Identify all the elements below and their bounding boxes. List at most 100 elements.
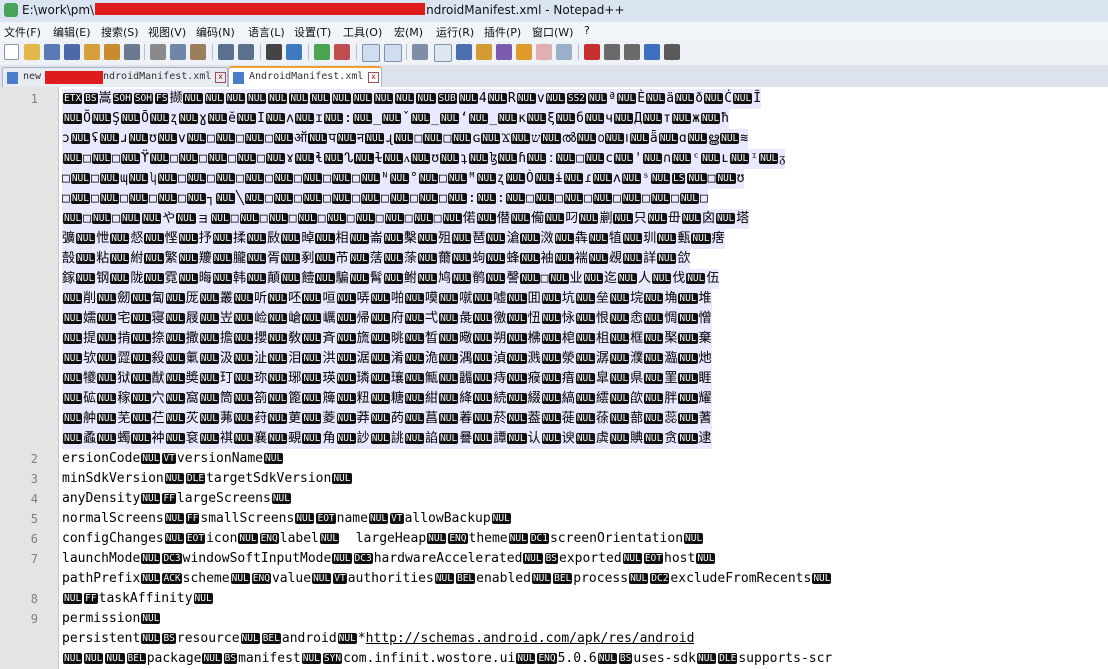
copy-icon[interactable] (170, 44, 186, 60)
menu-language[interactable]: 语言(L) (248, 24, 285, 40)
control-char-badge: NUL (549, 273, 569, 284)
tab-androidmanifest[interactable]: AndroidManifest.xml x (228, 66, 382, 89)
menu-edit[interactable]: 编辑(E) (53, 24, 91, 40)
menu-tools[interactable]: 工具(O) (343, 24, 382, 40)
save-all-icon[interactable] (64, 44, 80, 60)
word-wrap-icon[interactable] (412, 44, 428, 60)
control-char-badge: NUL (199, 293, 219, 304)
paste-icon[interactable] (190, 44, 206, 60)
control-char-badge: NUL (273, 133, 293, 144)
menu-window[interactable]: 窗口(W) (532, 24, 573, 40)
close-icon[interactable] (84, 44, 100, 60)
redo-icon[interactable] (238, 44, 254, 60)
control-char-badge: NUL (165, 413, 185, 424)
code-text: 瘖 (561, 371, 575, 386)
code-text: 羻 (198, 251, 212, 266)
sync-vertical-icon[interactable] (362, 44, 380, 62)
control-char-badge: NUL (716, 173, 736, 184)
run-macro-multiple-icon[interactable] (644, 44, 660, 60)
tab-close-icon[interactable]: x (215, 72, 226, 83)
menu-plugins[interactable]: 插件(P) (484, 24, 521, 40)
editor-visual-line: permission NUL (62, 609, 161, 629)
new-file-icon[interactable] (4, 44, 19, 60)
undo-icon[interactable] (218, 44, 234, 60)
control-char-badge: SYN (322, 653, 343, 664)
control-char-badge: NUL (439, 413, 459, 424)
control-char-badge: NUL (534, 193, 554, 204)
control-char-badge: NUL (678, 353, 698, 364)
title-path: E:\work\pm\ (22, 3, 95, 17)
menu-file[interactable]: 文件(F) (4, 24, 41, 40)
control-char-badge: NUL (332, 553, 352, 564)
save-icon[interactable] (44, 44, 60, 60)
control-char-badge: BS (162, 633, 176, 644)
record-macro-icon[interactable] (584, 44, 600, 60)
save-macro-icon[interactable] (664, 44, 680, 60)
menu-run[interactable]: 运行(R) (436, 24, 474, 40)
control-char-badge: NUL (110, 253, 130, 264)
play-macro-icon[interactable] (624, 44, 640, 60)
menu-settings[interactable]: 设置(T) (294, 24, 331, 40)
doc-map-icon[interactable] (496, 44, 512, 60)
code-text: 府 (390, 311, 404, 326)
control-char-badge: NUL (507, 293, 527, 304)
control-char-badge: NUL (652, 273, 672, 284)
code-text: Ş (112, 111, 120, 126)
code-text: 相 (335, 231, 349, 246)
control-char-badge: NUL (541, 333, 561, 344)
control-char-badge: VT (162, 453, 176, 464)
function-list-icon[interactable] (516, 44, 532, 60)
code-text: 糖 (390, 391, 404, 406)
control-char-badge: NUL (439, 373, 459, 384)
zoom-out-icon[interactable] (334, 44, 350, 60)
control-char-badge: NUL (687, 173, 707, 184)
close-all-icon[interactable] (104, 44, 120, 60)
open-folder-icon[interactable] (24, 44, 40, 60)
code-text: 疈 (459, 371, 473, 386)
tab-close-icon[interactable]: x (368, 72, 379, 83)
zoom-in-icon[interactable] (314, 44, 330, 60)
control-char-badge: NUL (165, 353, 185, 364)
replace-icon[interactable] (286, 44, 302, 60)
folder-workspace-icon[interactable] (536, 44, 552, 60)
code-text: 顛 (267, 271, 281, 286)
tab-new[interactable]: new ndroidManifest.xml x (2, 67, 228, 88)
editor-visual-line: NUL 提 NUL 掯 NUL 捺 NUL 撒 NUL 擔 NUL 攖 NUL 敎 NUL 斉 NUL 旒 NUL 晀… (62, 329, 712, 349)
editor-area[interactable]: 123456789 ETX BS 嵩 SOH SOH FS 撷 NUL NUL NUL NUL NUL… (0, 87, 1108, 669)
code-text: value (271, 571, 312, 586)
user-language-icon[interactable] (476, 44, 492, 60)
cut-icon[interactable] (150, 44, 166, 60)
control-char-badge: NUL (545, 213, 565, 224)
control-char-badge: NUL (266, 153, 286, 164)
menu-help[interactable]: ? (584, 24, 590, 37)
code-text: 琊 (288, 371, 302, 386)
control-char-badge: NUL (336, 313, 356, 324)
code-text: 朔 (493, 331, 507, 346)
code-text: 瘊 (527, 371, 541, 386)
code-text: 睚 (698, 371, 712, 386)
control-char-badge: NUL (315, 273, 335, 284)
code-text: 毌 (667, 211, 681, 226)
print-icon[interactable] (124, 44, 140, 60)
code-text: 菂 (390, 411, 404, 426)
menu-view[interactable]: 视图(V) (148, 24, 186, 40)
stop-macro-icon[interactable] (604, 44, 620, 60)
code-text: 钢 (96, 271, 110, 286)
monitoring-icon[interactable] (556, 44, 572, 60)
control-char-badge: BS (223, 653, 238, 664)
code-text: 犇 (574, 231, 588, 246)
control-char-badge: NUL (121, 113, 141, 124)
code-text: 4 (478, 91, 487, 106)
menu-encoding[interactable]: 编码(N) (196, 24, 235, 40)
indent-guide-icon[interactable] (456, 44, 472, 60)
menu-search[interactable]: 搜索(S) (101, 24, 139, 40)
control-char-badge: NUL (233, 413, 254, 424)
control-char-badge: NUL (404, 373, 425, 384)
menu-macro[interactable]: 宏(M) (394, 24, 423, 40)
find-icon[interactable] (266, 44, 282, 60)
sync-horizontal-icon[interactable] (384, 44, 402, 62)
code-text: Õ (83, 111, 91, 126)
code-text: ϲ (605, 151, 614, 166)
show-all-characters-icon[interactable] (434, 44, 452, 62)
control-char-badge: NUL (353, 113, 373, 124)
